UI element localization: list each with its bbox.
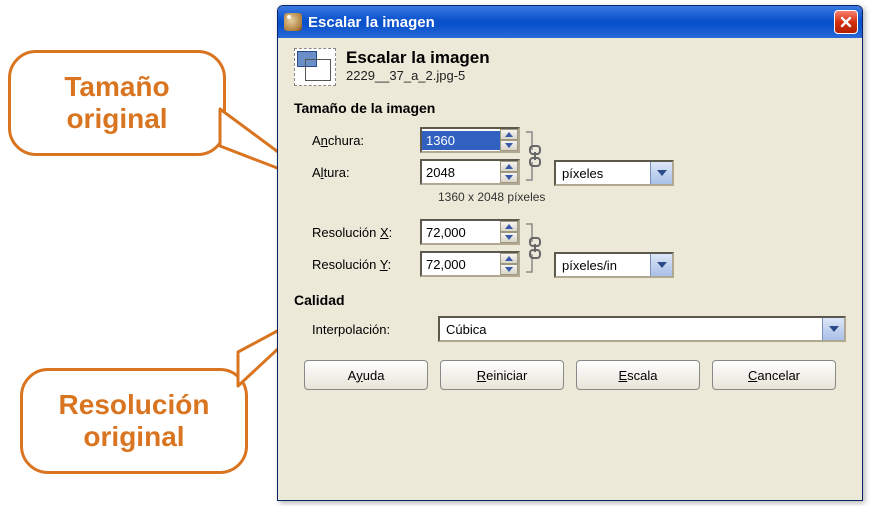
window-title: Escalar la imagen xyxy=(308,14,435,31)
resolution-unit-drop[interactable] xyxy=(650,254,672,276)
callout-size-text: Tamaño original xyxy=(64,71,169,135)
scale-image-dialog: Escalar la imagen Escalar la imagen 2229… xyxy=(277,5,863,501)
section-size: Tamaño de la imagen xyxy=(294,100,846,116)
resolution-chain-link[interactable] xyxy=(524,220,546,276)
width-label: Anchura: xyxy=(312,133,420,148)
reset-button[interactable]: Reiniciar xyxy=(440,360,564,390)
size-chain-link[interactable] xyxy=(524,128,546,184)
scale-button[interactable]: Escala xyxy=(576,360,700,390)
size-unit-drop[interactable] xyxy=(650,162,672,184)
resy-label: Resolución Y: xyxy=(312,257,420,272)
callout-size: Tamaño original xyxy=(8,50,226,156)
scale-icon xyxy=(294,48,336,86)
width-up[interactable] xyxy=(500,129,518,140)
resy-up[interactable] xyxy=(500,253,518,264)
pixel-info: 1360 x 2048 píxeles xyxy=(438,190,846,204)
resx-down[interactable] xyxy=(500,232,518,243)
help-button[interactable]: Ayuda xyxy=(304,360,428,390)
dialog-content: Escalar la imagen 2229__37_a_2.jpg-5 Tam… xyxy=(278,38,862,406)
close-button[interactable] xyxy=(834,10,858,34)
chevron-down-icon xyxy=(829,326,839,332)
resolution-unit-combo[interactable]: píxeles/in xyxy=(554,252,674,278)
resy-input[interactable] xyxy=(422,255,500,274)
dialog-subtitle: 2229__37_a_2.jpg-5 xyxy=(346,68,490,83)
titlebar[interactable]: Escalar la imagen xyxy=(278,6,862,38)
interpolation-drop[interactable] xyxy=(822,318,844,340)
chevron-down-icon xyxy=(657,262,667,268)
width-spinbox[interactable] xyxy=(420,127,520,153)
height-up[interactable] xyxy=(500,161,518,172)
cancel-button[interactable]: Cancelar xyxy=(712,360,836,390)
height-down[interactable] xyxy=(500,172,518,183)
resy-down[interactable] xyxy=(500,264,518,275)
height-spinbox[interactable] xyxy=(420,159,520,185)
dialog-title: Escalar la imagen xyxy=(346,48,490,68)
resx-up[interactable] xyxy=(500,221,518,232)
resolution-unit-value: píxeles/in xyxy=(556,256,650,275)
section-quality: Calidad xyxy=(294,292,846,308)
interpolation-label: Interpolación: xyxy=(312,322,438,337)
gimp-icon xyxy=(284,13,302,31)
resx-input[interactable] xyxy=(422,223,500,242)
resy-spinbox[interactable] xyxy=(420,251,520,277)
callout-resolution-text: Resolución original xyxy=(59,389,210,453)
close-icon xyxy=(840,16,852,28)
size-unit-value: píxeles xyxy=(556,164,650,183)
width-down[interactable] xyxy=(500,140,518,151)
height-input[interactable] xyxy=(422,163,500,182)
chevron-down-icon xyxy=(657,170,667,176)
callout-resolution: Resolución original xyxy=(20,368,248,474)
resx-spinbox[interactable] xyxy=(420,219,520,245)
size-unit-combo[interactable]: píxeles xyxy=(554,160,674,186)
resx-label: Resolución X: xyxy=(312,225,420,240)
height-label: Altura: xyxy=(312,165,420,180)
interpolation-value: Cúbica xyxy=(440,320,822,339)
width-input[interactable] xyxy=(422,131,500,150)
interpolation-combo[interactable]: Cúbica xyxy=(438,316,846,342)
